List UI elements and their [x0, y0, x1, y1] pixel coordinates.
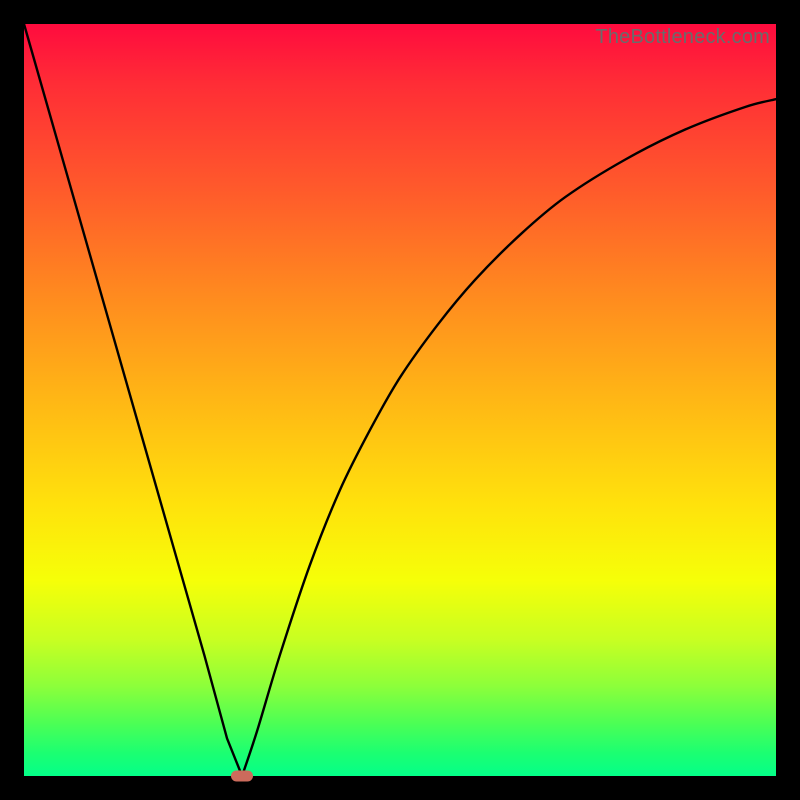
plot-area: TheBottleneck.com: [24, 24, 776, 776]
bottleneck-curve: [24, 24, 776, 776]
curve-left-branch: [24, 24, 242, 776]
curve-right-branch: [242, 99, 776, 776]
min-marker: [231, 771, 253, 782]
chart-frame: TheBottleneck.com: [0, 0, 800, 800]
